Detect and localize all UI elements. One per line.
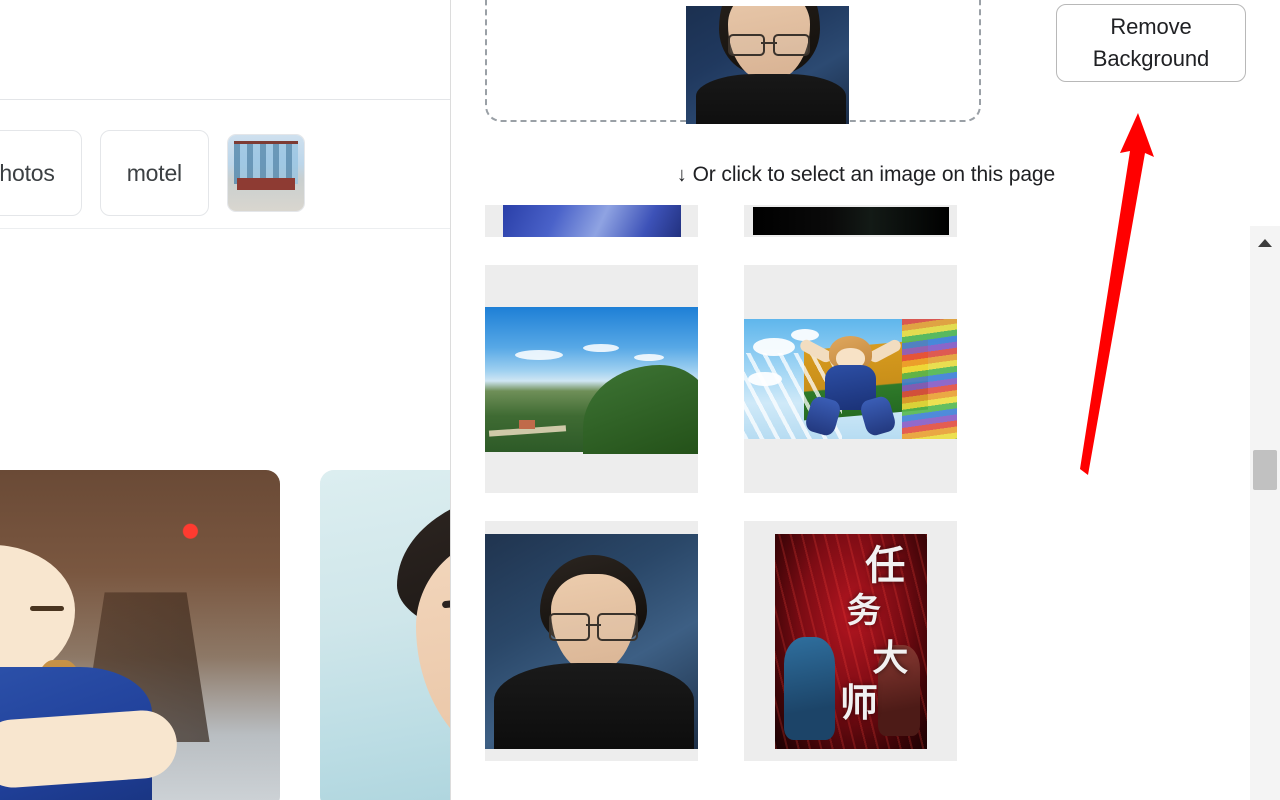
header-divider — [0, 99, 460, 100]
select-image-hint: ↓ Or click to select an image on this pa… — [451, 163, 1280, 187]
image-tile-red-poster[interactable]: 任 务 大 师 — [744, 521, 957, 761]
chip-label: motel — [126, 159, 182, 186]
image-grid-row — [485, 205, 1025, 237]
scroll-up-arrow-icon[interactable] — [1250, 230, 1280, 256]
select-image-hint-text: Or click to select an image on this page — [692, 163, 1056, 186]
panel-scrollbar[interactable] — [1250, 226, 1280, 800]
red-poster-renwu-dashi-tile-icon: 任 务 大 师 — [774, 533, 927, 749]
chip-label: renwu photos — [0, 159, 55, 186]
poster-char-1: 任 — [865, 543, 906, 590]
suggestion-chip-renwu-photos[interactable]: renwu photos — [0, 130, 82, 216]
scrollbar-thumb[interactable] — [1253, 450, 1277, 490]
suggestion-chip-building-thumbnail[interactable] — [226, 134, 305, 212]
man-with-glasses-portrait-tile-icon — [485, 533, 698, 749]
suggestion-chip-row: renwu photos motel — [0, 129, 305, 217]
image-tile-portrait[interactable] — [485, 521, 698, 761]
anime-character-thumbnail-icon — [0, 470, 280, 800]
blue-cloth-image-tile-icon — [502, 205, 681, 237]
result-thumbnail-man-smiling[interactable] — [320, 470, 460, 800]
down-arrow-icon: ↓ — [676, 164, 687, 186]
suggestion-chip-motel[interactable]: motel — [99, 130, 209, 216]
image-grid-row: 任 务 大 师 — [485, 521, 1025, 761]
anime-character-flying-tile-icon — [744, 319, 957, 439]
image-tile-black-banner[interactable] — [744, 205, 957, 237]
image-tile-landscape[interactable] — [485, 265, 698, 493]
image-dropzone[interactable] — [485, 0, 981, 124]
green-hills-landscape-tile-icon — [485, 306, 698, 455]
poster-char-2: 务 — [846, 590, 881, 631]
remove-background-button-line1: Remove — [1110, 14, 1192, 39]
google-images-results: renwu photos motel — [0, 0, 460, 800]
image-tile-anime-flying[interactable] — [744, 265, 957, 493]
uploaded-portrait-preview-icon — [686, 6, 849, 124]
image-results-row — [0, 470, 460, 800]
remove-background-button[interactable]: Remove Background — [1056, 4, 1246, 82]
page-image-grid: 任 务 大 师 — [485, 205, 1025, 789]
chips-divider — [0, 228, 460, 229]
uploaded-image-preview[interactable] — [686, 6, 849, 124]
remove-background-extension-panel: ↓ Or click to select an image on this pa… — [450, 0, 1280, 800]
remove-background-button-line2: Background — [1092, 46, 1210, 71]
black-banner-image-tile-icon — [752, 207, 949, 235]
building-thumbnail-icon — [227, 135, 304, 211]
result-thumbnail-anime[interactable] — [0, 470, 280, 800]
screenshot-root: renwu photos motel — [0, 0, 1280, 800]
poster-char-4: 师 — [839, 681, 878, 725]
image-tile-blue-cloth[interactable] — [485, 205, 698, 237]
poster-char-3: 大 — [872, 638, 909, 679]
man-smiling-portrait-thumbnail-icon — [320, 470, 460, 800]
image-grid-row — [485, 265, 1025, 493]
